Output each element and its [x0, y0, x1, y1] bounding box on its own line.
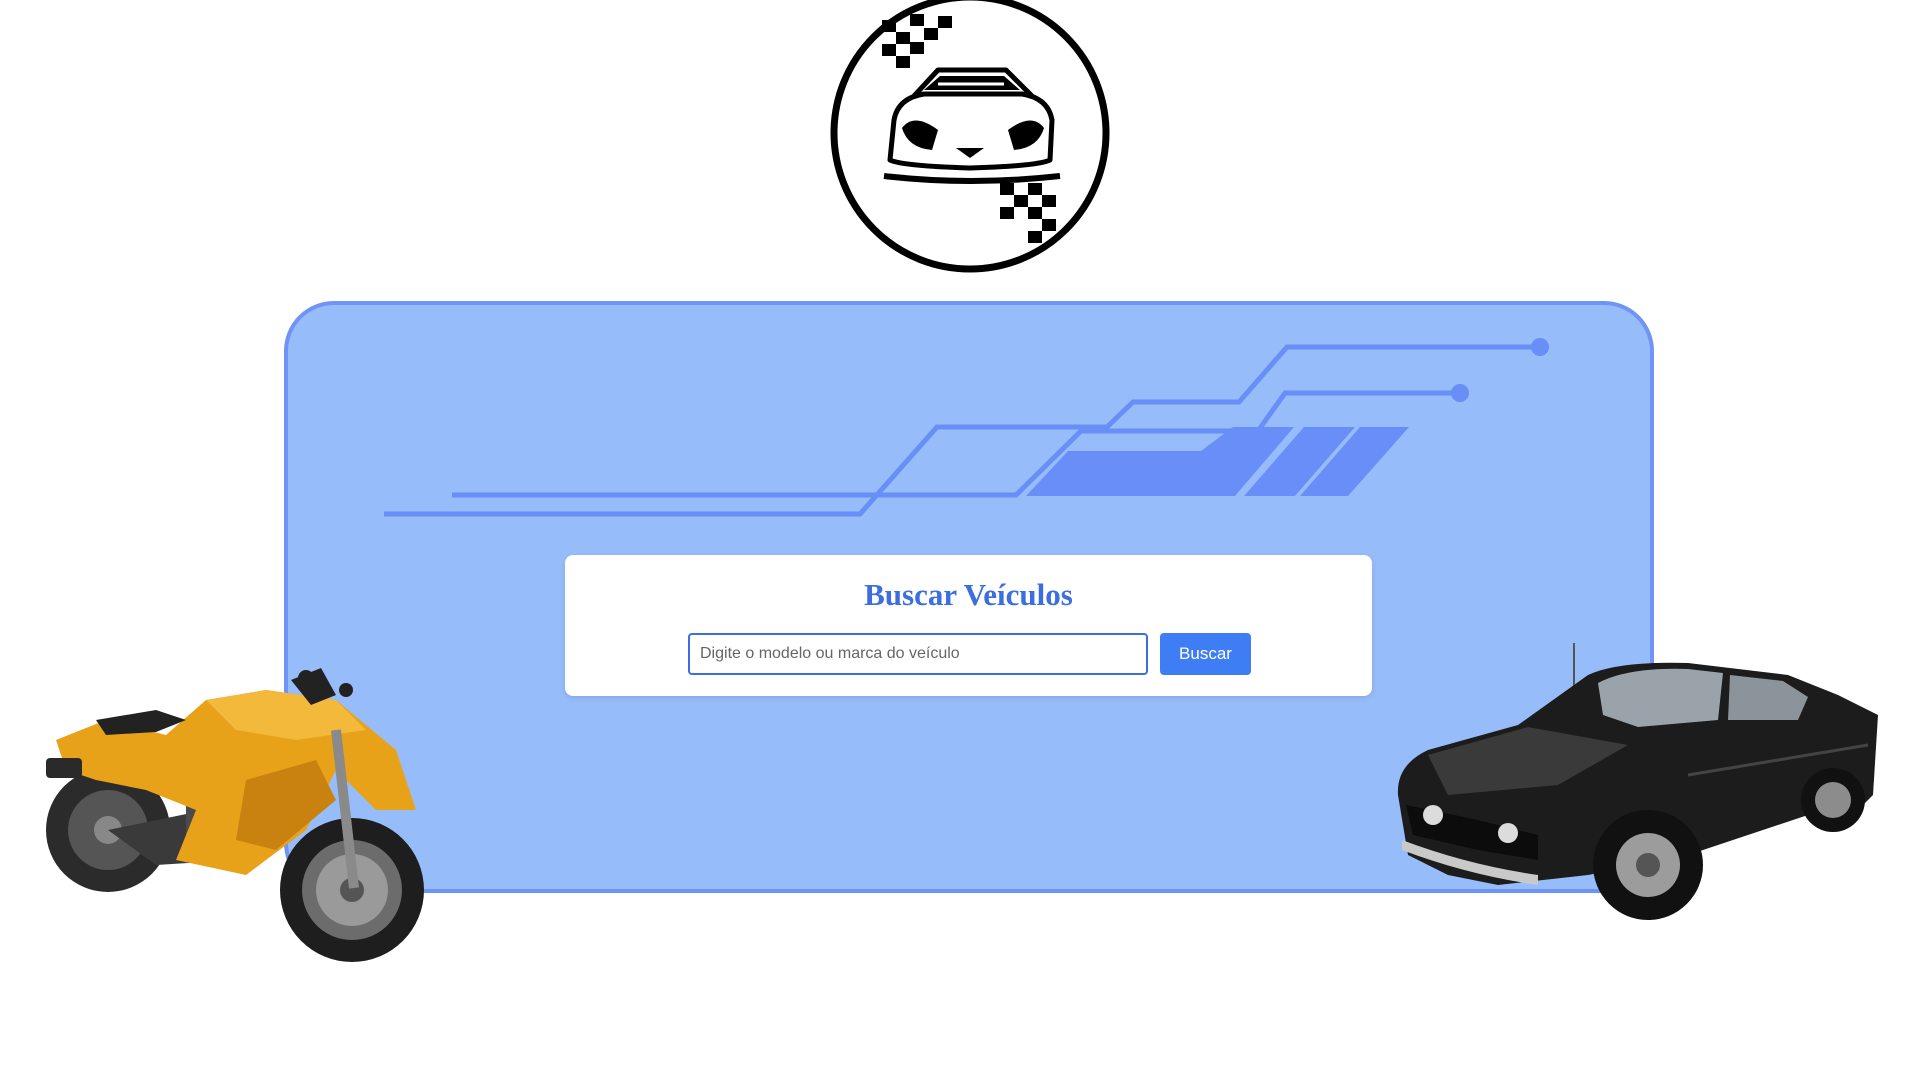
search-button[interactable]: Buscar	[1160, 633, 1251, 675]
search-input[interactable]	[688, 633, 1148, 675]
page: Buscar Veículos Buscar	[0, 0, 1920, 1080]
race-car-logo-icon	[830, 0, 1110, 273]
search-card: Buscar Veículos Buscar	[565, 555, 1372, 696]
search-title: Buscar Veículos	[864, 577, 1073, 612]
muscle-car-image	[1397, 643, 1878, 920]
sport-motorcycle-image	[46, 668, 424, 962]
